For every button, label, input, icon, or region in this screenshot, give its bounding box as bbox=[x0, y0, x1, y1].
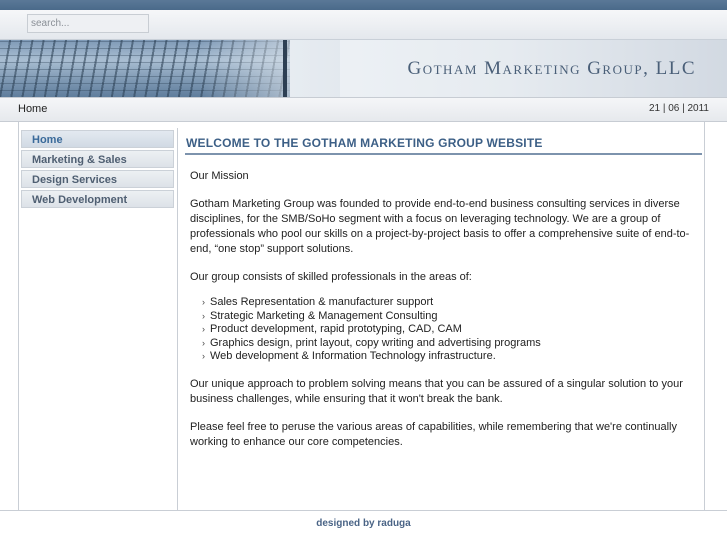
service-label: Sales Representation & manufacturer supp… bbox=[210, 296, 434, 308]
breadcrumb-home-link[interactable]: Home bbox=[18, 103, 47, 115]
list-item: › Strategic Marketing & Management Consul… bbox=[202, 310, 702, 324]
list-item: › Graphics design, print layout, copy wri… bbox=[202, 337, 702, 351]
breadcrumb-bar: Home 21 | 06 | 2011 bbox=[0, 97, 727, 122]
main-content: WELCOME TO THE GOTHAM MARKETING GROUP WE… bbox=[185, 128, 702, 450]
search-bar bbox=[0, 10, 727, 40]
search-input[interactable] bbox=[27, 14, 149, 33]
main-body: Our Mission Gotham Marketing Group was f… bbox=[185, 169, 702, 450]
banner-fade bbox=[200, 40, 340, 97]
list-item: › Sales Representation & manufacturer sup… bbox=[202, 296, 702, 310]
footer-divider bbox=[0, 510, 727, 511]
sidebar-nav: Home Marketing & Sales Design Services W… bbox=[18, 128, 178, 510]
service-label: Strategic Marketing & Management Consult… bbox=[210, 309, 438, 322]
chevron-right-icon: › bbox=[202, 337, 205, 348]
chevron-right-icon: › bbox=[202, 324, 205, 334]
site-title: Gotham Marketing Group, LLC bbox=[407, 58, 696, 79]
sidebar-item-home[interactable]: Home bbox=[21, 130, 174, 148]
current-date: 21 | 06 | 2011 bbox=[648, 103, 709, 114]
chevron-right-icon: › bbox=[202, 297, 205, 307]
chevron-right-icon: › bbox=[202, 351, 205, 361]
service-label: Product development, rapid prototyping, … bbox=[210, 323, 462, 335]
list-item: › Web development & Information Technolog… bbox=[202, 350, 702, 364]
header-banner: Gotham Marketing Group, LLC bbox=[0, 40, 727, 97]
chevron-right-icon: › bbox=[202, 310, 205, 321]
group-intro-paragraph: Our group consists of skilled profession… bbox=[190, 271, 472, 283]
sidebar-item-web-development[interactable]: Web Development bbox=[21, 190, 174, 208]
services-list: › Sales Representation & manufacturer sup… bbox=[190, 296, 702, 364]
page-title: WELCOME TO THE GOTHAM MARKETING GROUP WE… bbox=[185, 136, 702, 155]
intro-paragraph: Gotham Marketing Group was founded to pr… bbox=[190, 198, 690, 255]
sidebar-item-marketing-sales[interactable]: Marketing & Sales bbox=[21, 150, 174, 168]
closing-paragraph: Please feel free to peruse the various a… bbox=[190, 420, 677, 448]
service-label: Web development & Information Technology… bbox=[210, 350, 496, 362]
approach-paragraph: Our unique approach to problem solving m… bbox=[190, 377, 683, 405]
list-item: › Product development, rapid prototyping,… bbox=[202, 323, 702, 337]
sidebar-item-design-services[interactable]: Design Services bbox=[21, 170, 174, 188]
building-edge bbox=[283, 40, 287, 97]
service-label: Graphics design, print layout, copy writ… bbox=[210, 336, 541, 349]
top-bar bbox=[0, 0, 727, 10]
footer-credit-link[interactable]: designed by raduga bbox=[0, 518, 727, 529]
mission-heading: Our Mission bbox=[190, 170, 249, 182]
